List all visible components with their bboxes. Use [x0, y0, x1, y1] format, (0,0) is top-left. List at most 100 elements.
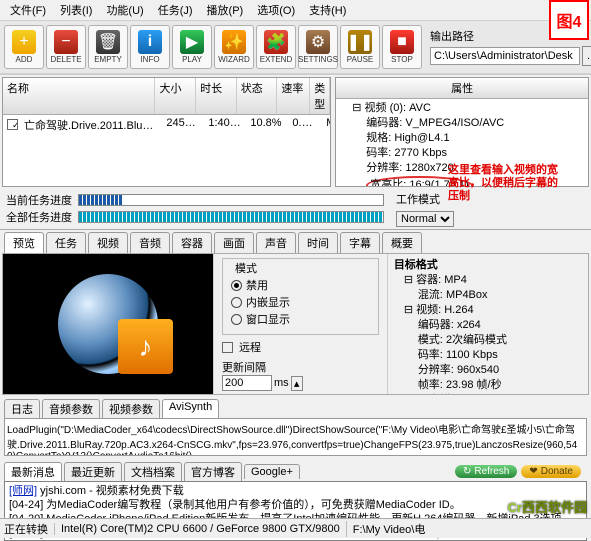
- mode-group: 模式 禁用 内嵌显示 窗口显示: [222, 258, 379, 335]
- news-tab-latest[interactable]: 最新消息: [4, 462, 62, 481]
- extend-button[interactable]: 🧩EXTEND: [256, 25, 296, 69]
- target-video: ⊟ 视频: H.264: [394, 303, 582, 318]
- properties-title: 属性: [336, 78, 588, 99]
- row-type: Matroska Video: [322, 116, 330, 134]
- menu-play[interactable]: 播放(P): [201, 0, 250, 20]
- target-format-pane[interactable]: 目标格式 ⊟ 容器: MP4 混流: MP4Box ⊟ 视频: H.264 编码…: [388, 254, 588, 394]
- news-line-2: [04-24] 为MediaCoder编写教程（录制其他用户有参考价值的），可免…: [9, 498, 582, 512]
- row-status: 10.8%: [246, 116, 288, 134]
- stop-icon: ■: [390, 30, 414, 54]
- wand-icon: ✨: [222, 30, 246, 54]
- puzzle-icon: 🧩: [264, 30, 288, 54]
- status-cpu: Intel(R) Core(TM)2 CPU 6600 / GeForce 98…: [54, 523, 340, 535]
- news-tab-google[interactable]: Google+: [244, 464, 300, 479]
- prop-bitrate: 码率: 2770 Kbps: [342, 146, 582, 161]
- info-icon: i: [138, 30, 162, 54]
- script-textarea[interactable]: LoadPlugin("D:\MediaCoder_x64\codecs\Dir…: [4, 418, 587, 456]
- interval-unit: ms: [274, 377, 289, 389]
- lower-tab-audio-params[interactable]: 音频参数: [42, 399, 100, 418]
- target-vres: 分辨率: 960x540: [394, 363, 582, 378]
- tab-subtitle[interactable]: 字幕: [340, 232, 380, 253]
- play-button[interactable]: ▶PLAY: [172, 25, 212, 69]
- donate-button[interactable]: ❤Donate: [521, 465, 581, 478]
- add-button[interactable]: +ADD: [4, 25, 44, 69]
- settings-button[interactable]: ⚙SETTINGS: [298, 25, 338, 69]
- menu-funcs[interactable]: 功能(U): [100, 0, 149, 20]
- status-bar: 正在转换 Intel(R) Core(TM)2 CPU 6600 / GeFor…: [0, 518, 591, 538]
- interval-spinner[interactable]: ms ▴: [222, 375, 379, 391]
- tab-task[interactable]: 任务: [46, 232, 86, 253]
- target-title: 目标格式: [394, 258, 582, 273]
- menu-help[interactable]: 支持(H): [303, 0, 352, 20]
- tab-container[interactable]: 容器: [172, 232, 212, 253]
- file-list[interactable]: 名称 大小 时长 状态 速率 类型 ✓亡命驾驶.Drive.2011.BluRa…: [2, 77, 331, 187]
- target-vfps: 帧率: 23.98 帧/秒: [394, 378, 582, 393]
- plus-icon: +: [12, 30, 36, 54]
- tab-picture[interactable]: 画面: [214, 232, 254, 253]
- tab-video[interactable]: 视频: [88, 232, 128, 253]
- target-vrc: 反交错: Auto: [394, 393, 582, 394]
- lower-tab-video-params[interactable]: 视频参数: [102, 399, 160, 418]
- tab-sound[interactable]: 声音: [256, 232, 296, 253]
- work-mode-label: 工作模式: [396, 191, 440, 207]
- row-duration: 1:40:30: [204, 116, 246, 134]
- wizard-button[interactable]: ✨WIZARD: [214, 25, 254, 69]
- menu-options[interactable]: 选项(O): [251, 0, 301, 20]
- news-tab-docs[interactable]: 文档档案: [124, 462, 182, 481]
- stop-button[interactable]: ■STOP: [382, 25, 422, 69]
- tab-preview[interactable]: 预览: [4, 232, 44, 253]
- lower-tab-avisynth[interactable]: AviSynth: [162, 399, 219, 418]
- interval-input[interactable]: [222, 375, 272, 391]
- col-duration[interactable]: 时长: [196, 78, 237, 114]
- col-name[interactable]: 名称: [3, 78, 155, 114]
- tab-time[interactable]: 时间: [298, 232, 338, 253]
- col-type[interactable]: 类型: [310, 78, 330, 114]
- menu-list[interactable]: 列表(I): [54, 0, 98, 20]
- remote-checkbox[interactable]: [222, 342, 233, 353]
- interval-label: 更新间隔: [222, 359, 379, 375]
- tab-audio[interactable]: 音频: [130, 232, 170, 253]
- preview-image: ♪: [3, 254, 213, 394]
- output-path-input[interactable]: [430, 47, 580, 65]
- watermark: Cr西西软件园: [508, 497, 587, 516]
- menu-tasks[interactable]: 任务(J): [152, 0, 199, 20]
- current-task-bar: [78, 194, 384, 206]
- row-checkbox[interactable]: ✓: [7, 119, 18, 130]
- list-header: 名称 大小 时长 状态 速率 类型: [3, 78, 330, 115]
- spinner-up-icon[interactable]: ▴: [291, 376, 303, 391]
- prop-video-header: ⊟ 视频 (0): AVC: [342, 101, 582, 116]
- corner-annotation: 图4: [549, 0, 589, 40]
- play-icon: ▶: [180, 30, 204, 54]
- lower-tab-log[interactable]: 日志: [4, 399, 40, 418]
- radio-window[interactable]: 窗口显示: [231, 311, 370, 327]
- menu-file[interactable]: 文件(F): [4, 0, 52, 20]
- radio-disable[interactable]: 禁用: [231, 277, 370, 293]
- news-link-yjshi[interactable]: [师网]: [9, 485, 37, 497]
- mode-group-title: 模式: [231, 260, 261, 276]
- table-row[interactable]: ✓亡命驾驶.Drive.2011.BluRay.720p.AC3... 2458…: [3, 115, 330, 135]
- news-line-1: [师网] yjshi.com - 视频素材免费下载: [9, 484, 582, 498]
- col-size[interactable]: 大小: [155, 78, 196, 114]
- menu-bar: 文件(F) 列表(I) 功能(U) 任务(J) 播放(P) 选项(O) 支持(H…: [0, 0, 591, 20]
- target-vmode: 模式: 2次编码模式: [394, 333, 582, 348]
- col-rate[interactable]: 速率: [277, 78, 310, 114]
- mid-row: ♪ 模式 禁用 内嵌显示 窗口显示 远程 更新间隔 ms ▴ 目标格式 ⊟ 容器…: [2, 253, 589, 395]
- remote-checkbox-row[interactable]: 远程: [222, 339, 379, 355]
- empty-button[interactable]: 🗑EMPTY: [88, 25, 128, 69]
- work-mode-select[interactable]: Normal: [396, 211, 454, 227]
- news-tab-blog[interactable]: 官方博客: [184, 462, 242, 481]
- news-tab-updates[interactable]: 最近更新: [64, 462, 122, 481]
- delete-button[interactable]: −DELETE: [46, 25, 86, 69]
- all-task-bar: [78, 211, 384, 223]
- pause-button[interactable]: ❚❚PAUSE: [340, 25, 380, 69]
- info-button[interactable]: iINFO: [130, 25, 170, 69]
- refresh-button[interactable]: ↻Refresh: [455, 465, 517, 478]
- status-state: 正在转换: [4, 521, 48, 537]
- minus-icon: −: [54, 30, 78, 54]
- radio-inline[interactable]: 内嵌显示: [231, 294, 370, 310]
- row-rate: 0.91X: [288, 116, 322, 134]
- col-status[interactable]: 状态: [237, 78, 278, 114]
- prop-profile: 规格: High@L4.1: [342, 131, 582, 146]
- tab-summary[interactable]: 概要: [382, 232, 422, 253]
- browse-button[interactable]: ...: [582, 46, 591, 66]
